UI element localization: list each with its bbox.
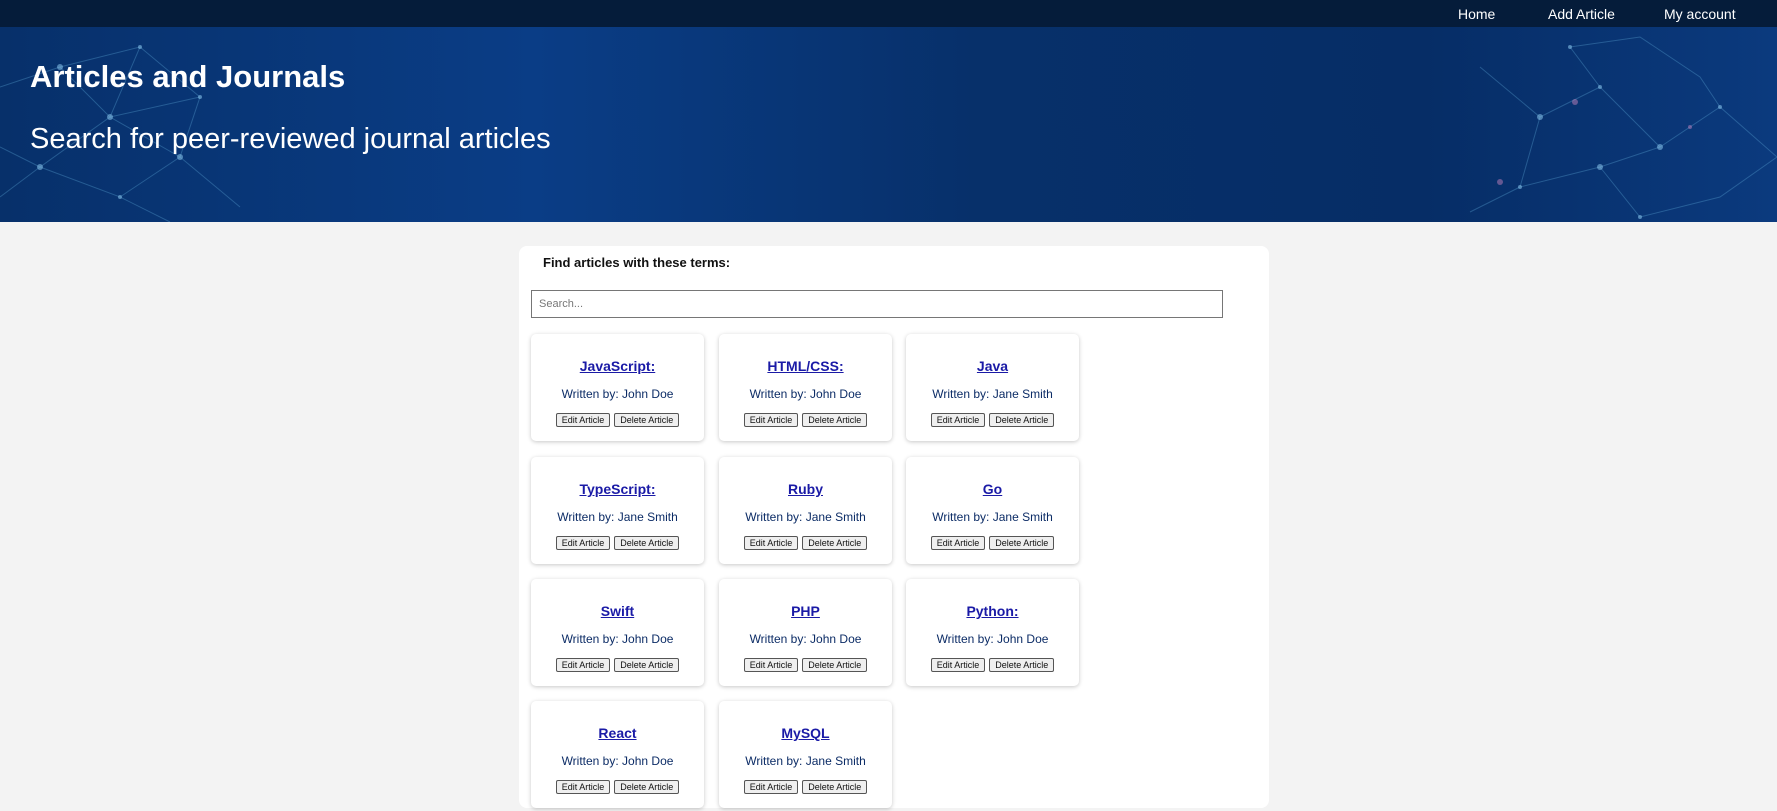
article-actions: Edit Article Delete Article xyxy=(719,658,892,672)
nav-add-article-link[interactable]: Add Article xyxy=(1548,6,1615,22)
article-author: Written by: John Doe xyxy=(531,754,704,768)
author-name: Jane Smith xyxy=(617,510,678,524)
delete-article-button[interactable]: Delete Article xyxy=(614,413,680,427)
edit-article-button[interactable]: Edit Article xyxy=(743,780,799,794)
author-prefix: Written by: xyxy=(561,632,619,646)
article-title-link[interactable]: Swift xyxy=(531,603,704,619)
article-author: Written by: John Doe xyxy=(906,632,1079,646)
search-input[interactable] xyxy=(531,290,1223,318)
author-prefix: Written by: xyxy=(749,632,807,646)
article-actions: Edit Article Delete Article xyxy=(719,780,892,794)
article-actions: Edit Article Delete Article xyxy=(531,780,704,794)
article-card: TypeScript: Written by: Jane Smith Edit Ar… xyxy=(531,457,704,564)
article-actions: Edit Article Delete Article xyxy=(531,658,704,672)
delete-article-button[interactable]: Delete Article xyxy=(614,780,680,794)
article-title-link[interactable]: HTML/CSS: xyxy=(719,358,892,374)
article-author: Written by: Jane Smith xyxy=(719,754,892,768)
edit-article-button[interactable]: Edit Article xyxy=(930,658,986,672)
article-actions: Edit Article Delete Article xyxy=(906,413,1079,427)
author-name: Jane Smith xyxy=(805,754,866,768)
article-author: Written by: John Doe xyxy=(531,387,704,401)
author-prefix: Written by: xyxy=(932,510,990,524)
author-prefix: Written by: xyxy=(745,754,803,768)
author-prefix: Written by: xyxy=(936,632,994,646)
edit-article-button[interactable]: Edit Article xyxy=(930,413,986,427)
article-author: Written by: John Doe xyxy=(719,632,892,646)
article-author: Written by: Jane Smith xyxy=(531,510,704,524)
article-actions: Edit Article Delete Article xyxy=(531,536,704,550)
edit-article-button[interactable]: Edit Article xyxy=(555,413,611,427)
edit-article-button[interactable]: Edit Article xyxy=(743,536,799,550)
delete-article-button[interactable]: Delete Article xyxy=(989,658,1055,672)
nav-home-link[interactable]: Home xyxy=(1458,6,1495,22)
author-prefix: Written by: xyxy=(561,754,619,768)
delete-article-button[interactable]: Delete Article xyxy=(802,413,868,427)
article-actions: Edit Article Delete Article xyxy=(531,413,704,427)
search-panel: Find articles with these terms: JavaScri… xyxy=(519,246,1269,808)
article-title-link[interactable]: TypeScript: xyxy=(531,481,704,497)
hero-banner: Articles and Journals Search for peer-re… xyxy=(0,27,1777,222)
article-author: Written by: John Doe xyxy=(719,387,892,401)
article-author: Written by: John Doe xyxy=(531,632,704,646)
edit-article-button[interactable]: Edit Article xyxy=(743,413,799,427)
author-prefix: Written by: xyxy=(557,510,615,524)
article-actions: Edit Article Delete Article xyxy=(719,536,892,550)
delete-article-button[interactable]: Delete Article xyxy=(802,658,868,672)
article-card: Go Written by: Jane Smith Edit Article Dele… xyxy=(906,457,1079,564)
article-title-link[interactable]: Ruby xyxy=(719,481,892,497)
article-title-link[interactable]: PHP xyxy=(719,603,892,619)
article-card: HTML/CSS: Written by: John Doe Edit Articl… xyxy=(719,334,892,441)
author-name: John Doe xyxy=(810,632,862,646)
edit-article-button[interactable]: Edit Article xyxy=(555,780,611,794)
delete-article-button[interactable]: Delete Article xyxy=(802,536,868,550)
edit-article-button[interactable]: Edit Article xyxy=(930,536,986,550)
author-name: John Doe xyxy=(622,387,674,401)
article-author: Written by: Jane Smith xyxy=(719,510,892,524)
author-name: Jane Smith xyxy=(992,387,1053,401)
delete-article-button[interactable]: Delete Article xyxy=(989,536,1055,550)
edit-article-button[interactable]: Edit Article xyxy=(555,536,611,550)
article-card: Ruby Written by: Jane Smith Edit Article De… xyxy=(719,457,892,564)
edit-article-button[interactable]: Edit Article xyxy=(743,658,799,672)
article-title-link[interactable]: React xyxy=(531,725,704,741)
top-navigation-bar: Home Add Article My account xyxy=(0,0,1777,27)
article-card: PHP Written by: John Doe Edit Article Delet… xyxy=(719,579,892,686)
article-card: React Written by: John Doe Edit Article Del… xyxy=(531,701,704,808)
delete-article-button[interactable]: Delete Article xyxy=(802,780,868,794)
article-actions: Edit Article Delete Article xyxy=(906,658,1079,672)
search-label: Find articles with these terms: xyxy=(543,255,731,270)
page-title: Articles and Journals xyxy=(30,59,346,94)
page-subtitle: Search for peer-reviewed journal article… xyxy=(30,123,551,155)
article-card: Java Written by: Jane Smith Edit Article De… xyxy=(906,334,1079,441)
author-prefix: Written by: xyxy=(561,387,619,401)
article-author: Written by: Jane Smith xyxy=(906,510,1079,524)
article-title-link[interactable]: JavaScript: xyxy=(531,358,704,374)
delete-article-button[interactable]: Delete Article xyxy=(614,658,680,672)
article-author: Written by: Jane Smith xyxy=(906,387,1079,401)
article-title-link[interactable]: Python: xyxy=(906,603,1079,619)
delete-article-button[interactable]: Delete Article xyxy=(989,413,1055,427)
article-actions: Edit Article Delete Article xyxy=(719,413,892,427)
nav-my-account-link[interactable]: My account xyxy=(1664,6,1736,22)
author-name: John Doe xyxy=(997,632,1049,646)
article-card: JavaScript: Written by: John Doe Edit Arti… xyxy=(531,334,704,441)
article-card: Python: Written by: John Doe Edit Article D… xyxy=(906,579,1079,686)
author-name: John Doe xyxy=(622,632,674,646)
author-name: John Doe xyxy=(622,754,674,768)
author-name: Jane Smith xyxy=(992,510,1053,524)
article-card: Swift Written by: John Doe Edit Article Del… xyxy=(531,579,704,686)
author-prefix: Written by: xyxy=(745,510,803,524)
author-prefix: Written by: xyxy=(932,387,990,401)
author-prefix: Written by: xyxy=(749,387,807,401)
edit-article-button[interactable]: Edit Article xyxy=(555,658,611,672)
article-title-link[interactable]: MySQL xyxy=(719,725,892,741)
article-title-link[interactable]: Java xyxy=(906,358,1079,374)
article-title-link[interactable]: Go xyxy=(906,481,1079,497)
author-name: John Doe xyxy=(810,387,862,401)
article-actions: Edit Article Delete Article xyxy=(906,536,1079,550)
article-card: MySQL Written by: Jane Smith Edit Article D… xyxy=(719,701,892,808)
delete-article-button[interactable]: Delete Article xyxy=(614,536,680,550)
author-name: Jane Smith xyxy=(805,510,866,524)
